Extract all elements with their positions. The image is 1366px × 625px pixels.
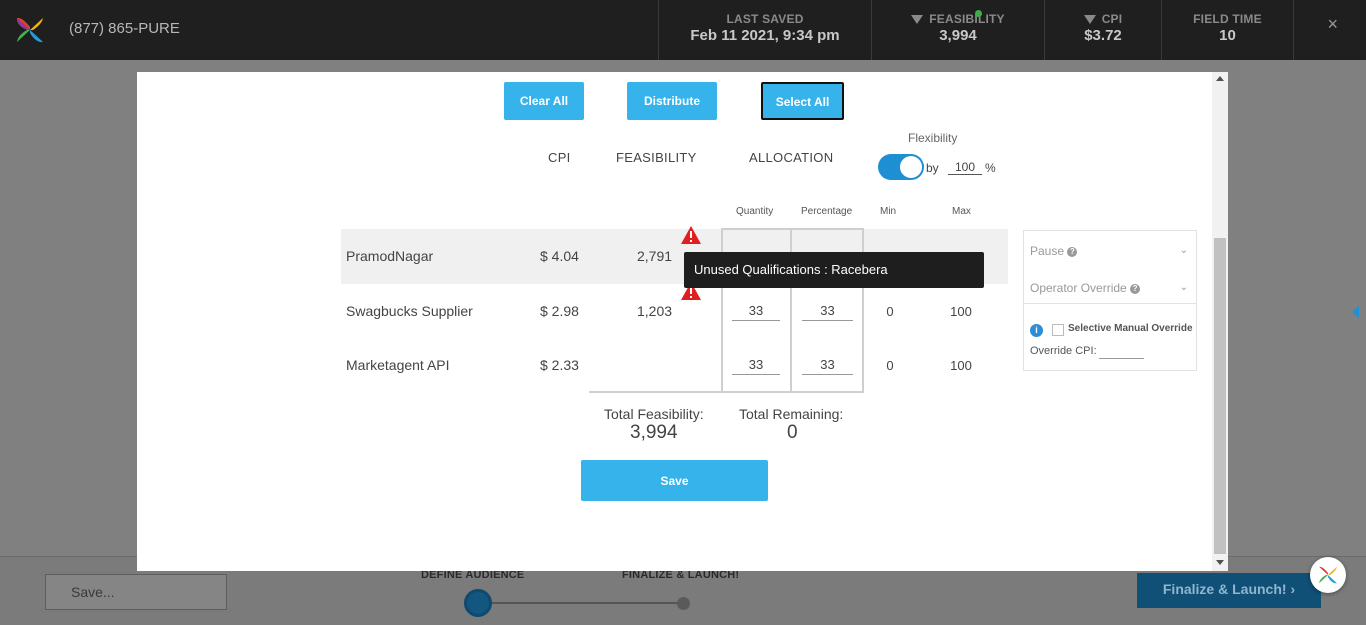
triangle-down-icon	[911, 15, 924, 25]
brand-logo-icon	[1319, 566, 1337, 584]
selective-override-label: Selective Manual Override	[1068, 323, 1193, 334]
field-time-value: 10	[1219, 27, 1236, 44]
toggle-knob	[900, 156, 922, 178]
col-percentage: Percentage	[801, 206, 853, 217]
operator-override-select[interactable]: Operator Override ? ⌄	[1024, 268, 1196, 304]
grid-line	[721, 228, 864, 230]
save-name-input[interactable]: Save...	[45, 574, 227, 610]
clear-all-button[interactable]: Clear All	[504, 82, 584, 120]
scroll-down-icon[interactable]	[1216, 560, 1224, 565]
max-value: 100	[950, 358, 972, 373]
supplier-feasibility: 2,791	[637, 248, 673, 264]
help-launcher-button[interactable]	[1310, 557, 1346, 593]
col-feasibility: FEASIBILITY	[616, 150, 697, 165]
col-quantity: Quantity	[736, 206, 774, 217]
select-all-button[interactable]: Select All	[761, 82, 844, 120]
flexibility-unit: %	[985, 161, 996, 175]
feasibility-stat[interactable]: FEASIBILITY 3,994	[871, 0, 1044, 60]
col-max: Max	[952, 206, 971, 217]
supplier-cpi: $ 2.98	[540, 303, 579, 319]
max-value: 100	[950, 304, 972, 319]
scrollbar-thumb[interactable]	[1214, 238, 1226, 554]
step-dot-inactive[interactable]	[677, 597, 690, 610]
min-value: 0	[886, 304, 894, 319]
col-cpi: CPI	[548, 150, 571, 165]
flexibility-label: Flexibility	[908, 131, 958, 145]
field-time-label: FIELD TIME	[1193, 12, 1262, 26]
selective-override-checkbox[interactable]	[1052, 324, 1064, 336]
cpi-label: CPI	[1101, 12, 1123, 26]
info-icon: i	[1030, 324, 1043, 337]
last-saved-label: LAST SAVED	[726, 12, 804, 26]
supplier-name: Swagbucks Supplier	[346, 303, 473, 319]
grid-line	[589, 391, 864, 393]
override-cpi-label: Override CPI:	[1030, 345, 1097, 357]
quantity-input[interactable]: 33	[732, 353, 780, 375]
min-value: 0	[886, 358, 894, 373]
distribute-button[interactable]: Distribute	[627, 82, 717, 120]
flexibility-input[interactable]: 100	[948, 160, 982, 175]
question-icon: ?	[1130, 283, 1141, 294]
supplier-name: PramodNagar	[346, 248, 434, 264]
field-time-stat: FIELD TIME 10	[1161, 0, 1294, 60]
col-allocation: ALLOCATION	[749, 150, 834, 165]
unused-qualifications-tooltip: Unused Qualifications : Racebera	[684, 252, 984, 288]
top-bar: (877) 865-PURE LAST SAVED Feb 11 2021, 9…	[0, 0, 1366, 60]
supplier-name: Marketagent API	[346, 357, 450, 373]
supplier-cpi: $ 2.33	[540, 357, 579, 373]
feasibility-value: 3,994	[939, 27, 977, 44]
flexibility-toggle[interactable]	[878, 154, 924, 180]
override-cpi-input[interactable]	[1099, 344, 1144, 359]
finalize-launch-button[interactable]: Finalize & Launch! ›	[1137, 573, 1321, 608]
triangle-down-icon	[1083, 15, 1096, 25]
total-remaining-label: Total Remaining:	[739, 406, 844, 422]
cpi-value: $3.72	[1084, 27, 1122, 44]
feasibility-label: FEASIBILITY	[929, 12, 1005, 26]
save-button[interactable]: Save	[581, 460, 768, 501]
last-saved-value: Feb 11 2021, 9:34 pm	[690, 27, 840, 44]
collapse-arrow-icon[interactable]	[1352, 306, 1359, 318]
total-feasibility-label: Total Feasibility:	[604, 406, 704, 422]
step-progress-line	[478, 602, 684, 604]
total-remaining-value: 0	[787, 422, 798, 443]
flexibility-by-label: by	[926, 161, 939, 175]
brand-logo-icon	[16, 17, 43, 43]
col-min: Min	[880, 206, 897, 217]
pause-select[interactable]: Pause ? ⌄	[1024, 231, 1196, 267]
status-dot-icon	[975, 10, 982, 17]
last-saved-stat: LAST SAVED Feb 11 2021, 9:34 pm	[658, 0, 871, 60]
override-panel: Pause ? ⌄ Operator Override ? ⌄ i Select…	[1023, 230, 1197, 371]
chevron-down-icon: ⌄	[1179, 282, 1188, 293]
percentage-input[interactable]: 33	[802, 299, 853, 321]
scroll-up-icon[interactable]	[1216, 76, 1224, 81]
question-icon: ?	[1067, 246, 1078, 257]
cpi-stat[interactable]: CPI $3.72	[1044, 0, 1161, 60]
total-feasibility-value: 3,994	[630, 422, 678, 443]
warning-icon[interactable]	[680, 225, 702, 245]
close-icon[interactable]: ×	[1327, 14, 1338, 35]
chevron-down-icon: ⌄	[1179, 245, 1188, 256]
supplier-feasibility: 1,203	[637, 303, 673, 319]
phone-number[interactable]: (877) 865-PURE	[69, 20, 180, 37]
step-dot-active[interactable]	[464, 589, 492, 617]
chevron-right-icon: ›	[1290, 581, 1296, 597]
quantity-input[interactable]: 33	[732, 299, 780, 321]
percentage-input[interactable]: 33	[802, 353, 853, 375]
supplier-cpi: $ 4.04	[540, 248, 579, 264]
